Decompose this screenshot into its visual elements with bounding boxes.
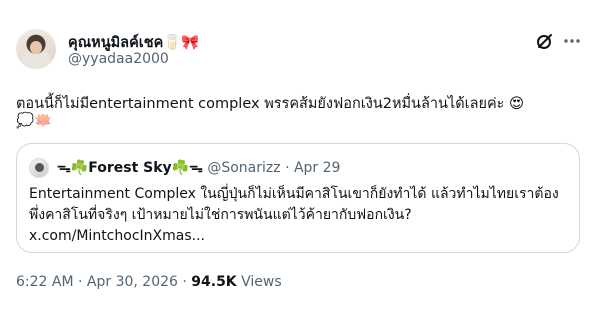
tweet-footer: 6:22 AM · Apr 30, 2026 · 94.5K Views: [16, 274, 282, 290]
quoted-user-name: ᯓ☘️Forest Sky☘️ᯓ: [57, 160, 203, 176]
quoted-avatar: [29, 158, 49, 178]
views-count: 94.5K: [191, 274, 237, 290]
quoted-handle: @Sonarizz: [207, 160, 281, 176]
avatar[interactable]: [16, 29, 56, 69]
quoted-tweet[interactable]: ᯓ☘️Forest Sky☘️ᯓ @Sonarizz · Apr 29 Ente…: [16, 143, 580, 253]
grok-icon[interactable]: [535, 31, 555, 51]
avatar-face: [30, 41, 42, 54]
tweet-text-line2: 💭🪷: [16, 113, 53, 129]
timestamp[interactable]: 6:22 AM · Apr 30, 2026 ·: [16, 274, 187, 290]
quoted-header: ᯓ☘️Forest Sky☘️ᯓ @Sonarizz · Apr 29: [57, 158, 340, 177]
quoted-date: · Apr 29: [285, 160, 341, 176]
more-icon[interactable]: [562, 31, 582, 51]
views-label: Views: [241, 274, 282, 290]
user-handle[interactable]: @yyadaa2000: [68, 51, 169, 67]
quoted-text: Entertainment Complex ในญี่ปุ่นก็ไม่เห็น…: [29, 186, 559, 244]
